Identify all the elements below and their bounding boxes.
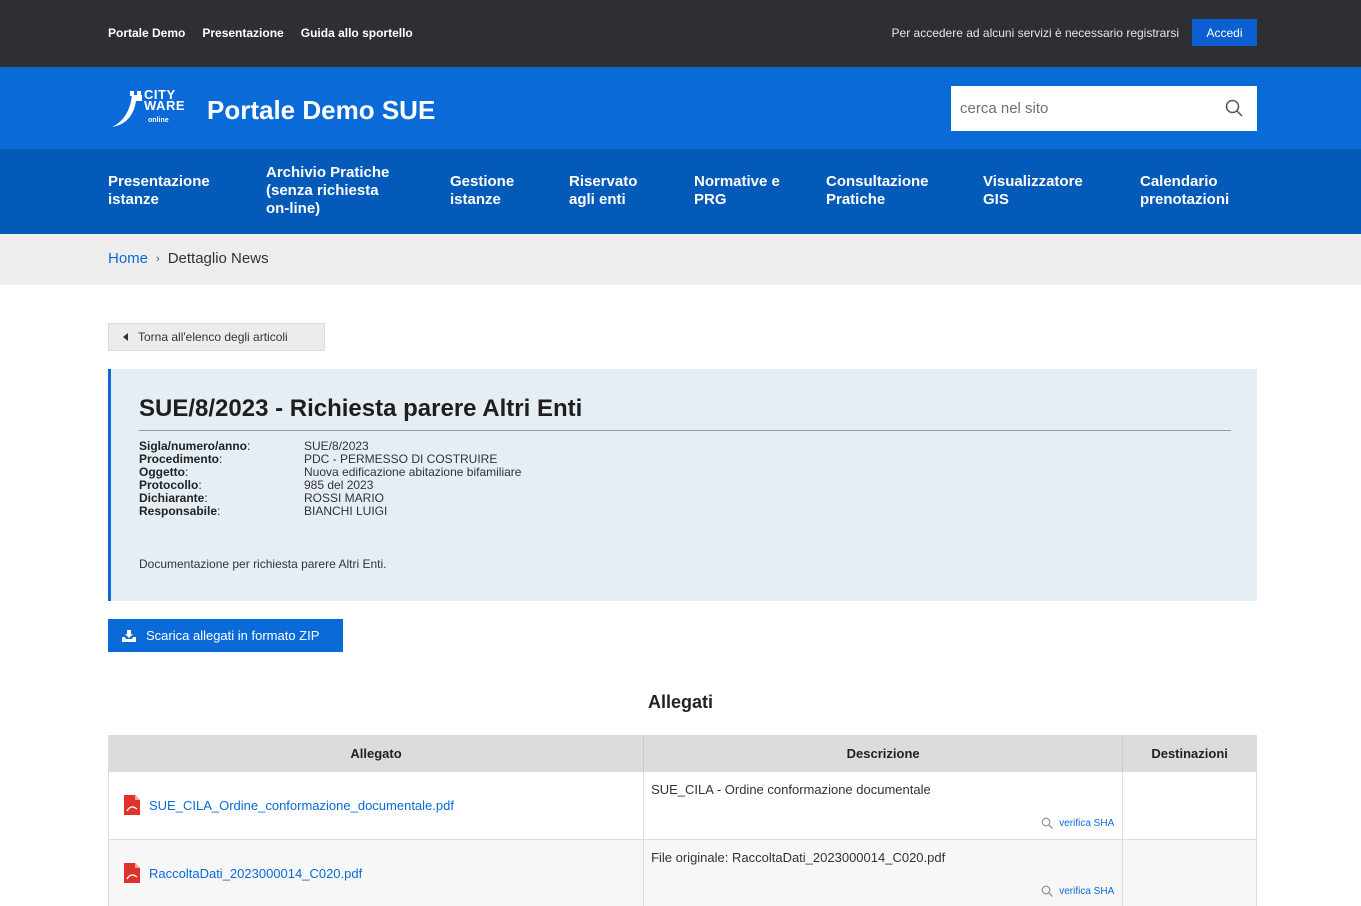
- title-divider: [139, 430, 1231, 431]
- attachment-destinations: [1123, 840, 1256, 906]
- main-nav: Presentazione istanze Archivio Pratiche …: [0, 149, 1361, 234]
- pdf-file-icon: [124, 795, 140, 815]
- logo-online-text: online: [148, 117, 169, 124]
- download-zip-label: Scarica allegati in formato ZIP: [146, 628, 320, 643]
- practice-details: Sigla/numero/anno: SUE/8/2023 Procedimen…: [139, 440, 521, 518]
- registration-notice: Per accedere ad alcuni servizi è necessa…: [891, 26, 1179, 40]
- practice-info-panel: SUE/8/2023 - Richiesta parere Altri Enti…: [108, 369, 1257, 601]
- detail-label: Dichiarante: [139, 491, 205, 505]
- top-link-portale-demo[interactable]: Portale Demo: [108, 26, 185, 40]
- login-button[interactable]: Accedi: [1192, 19, 1257, 46]
- magnifier-icon: [1041, 817, 1054, 829]
- nav-item-consultazione-pratiche[interactable]: Consultazione Pratiche: [826, 173, 946, 209]
- site-header: CITY WARE online Portale Demo SUE: [0, 67, 1361, 149]
- top-link-guida[interactable]: Guida allo sportello: [301, 26, 413, 40]
- verify-sha-label: verifica SHA: [1059, 885, 1115, 897]
- download-zip-button[interactable]: Scarica allegati in formato ZIP: [108, 619, 343, 652]
- back-button-label: Torna all'elenco degli articoli: [138, 330, 288, 344]
- nav-item-gestione-istanze[interactable]: Gestione istanze: [450, 173, 540, 209]
- column-header-destinazioni: Destinazioni: [1151, 746, 1228, 761]
- attachments-table: Allegato Descrizione Destinazioni SUE_CI…: [108, 735, 1257, 906]
- nav-item-visualizzatore-gis[interactable]: Visualizzatore GIS: [983, 173, 1108, 209]
- breadcrumb: Home › Dettaglio News: [108, 250, 269, 267]
- practice-description: Documentazione per richiesta parere Altr…: [139, 557, 387, 571]
- table-row: SUE_CILA_Ordine_conformazione_documental…: [109, 771, 1256, 839]
- search-box: [951, 86, 1257, 131]
- attachment-link[interactable]: RaccoltaDati_2023000014_C020.pdf: [149, 866, 362, 881]
- nav-item-presentazione-istanze[interactable]: Presentazione istanze: [108, 173, 238, 209]
- logo-text: CITY WARE: [144, 87, 185, 113]
- attachment-description: SUE_CILA - Ordine conformazione document…: [651, 782, 931, 797]
- detail-label: Responsabile: [139, 504, 218, 518]
- top-links: Portale Demo Presentazione Guida allo sp…: [108, 26, 413, 40]
- top-bar: Portale Demo Presentazione Guida allo sp…: [0, 0, 1361, 67]
- verify-sha-label: verifica SHA: [1059, 817, 1115, 829]
- nav-item-normative-prg[interactable]: Normative e PRG: [694, 173, 784, 209]
- detail-row: Responsabile: BIANCHI LUIGI: [139, 504, 388, 518]
- column-header-descrizione: Descrizione: [644, 736, 1124, 771]
- breadcrumb-separator: ›: [156, 252, 160, 265]
- pdf-file-icon: [124, 863, 140, 883]
- site-title[interactable]: Portale Demo SUE: [207, 95, 435, 126]
- breadcrumb-current: Dettaglio News: [167, 250, 269, 267]
- magnifier-icon: [1041, 885, 1054, 897]
- top-link-presentazione[interactable]: Presentazione: [202, 26, 283, 40]
- attachment-description: File originale: RaccoltaDati_2023000014_…: [651, 850, 946, 865]
- detail-value: BIANCHI LUIGI: [304, 504, 388, 518]
- breadcrumb-home[interactable]: Home: [108, 250, 148, 267]
- table-header: Allegato Descrizione Destinazioni: [109, 736, 1256, 771]
- verify-sha-link[interactable]: verifica SHA: [1041, 885, 1114, 897]
- nav-item-archivio-pratiche[interactable]: Archivio Pratiche (senza richiesta on-li…: [266, 164, 406, 218]
- detail-label: Oggetto: [139, 465, 185, 479]
- nav-item-riservato-enti[interactable]: Riservato agli enti: [569, 173, 659, 209]
- detail-label: Protocollo: [139, 478, 199, 492]
- attachments-title: Allegati: [647, 692, 713, 712]
- column-header-allegato: Allegato: [109, 736, 645, 771]
- back-to-articles-button[interactable]: Torna all'elenco degli articoli: [108, 323, 325, 351]
- back-arrow-icon: [123, 333, 128, 341]
- verify-sha-link[interactable]: verifica SHA: [1041, 817, 1114, 829]
- detail-label: Sigla/numero/anno: [139, 439, 248, 453]
- attachment-destinations: [1123, 772, 1256, 839]
- download-icon: [122, 629, 136, 642]
- search-icon[interactable]: [1225, 99, 1243, 117]
- search-input[interactable]: [960, 100, 1210, 117]
- cityware-logo[interactable]: CITY WARE online: [110, 87, 190, 131]
- attachment-link[interactable]: SUE_CILA_Ordine_conformazione_documental…: [149, 798, 454, 813]
- breadcrumb-bar: Home › Dettaglio News: [0, 234, 1361, 285]
- detail-label: Procedimento: [139, 452, 220, 466]
- table-row: RaccoltaDati_2023000014_C020.pdf File or…: [109, 839, 1256, 906]
- nav-item-calendario-prenotazioni[interactable]: Calendario prenotazioni: [1140, 173, 1255, 209]
- practice-title: SUE/8/2023 - Richiesta parere Altri Enti: [139, 395, 583, 422]
